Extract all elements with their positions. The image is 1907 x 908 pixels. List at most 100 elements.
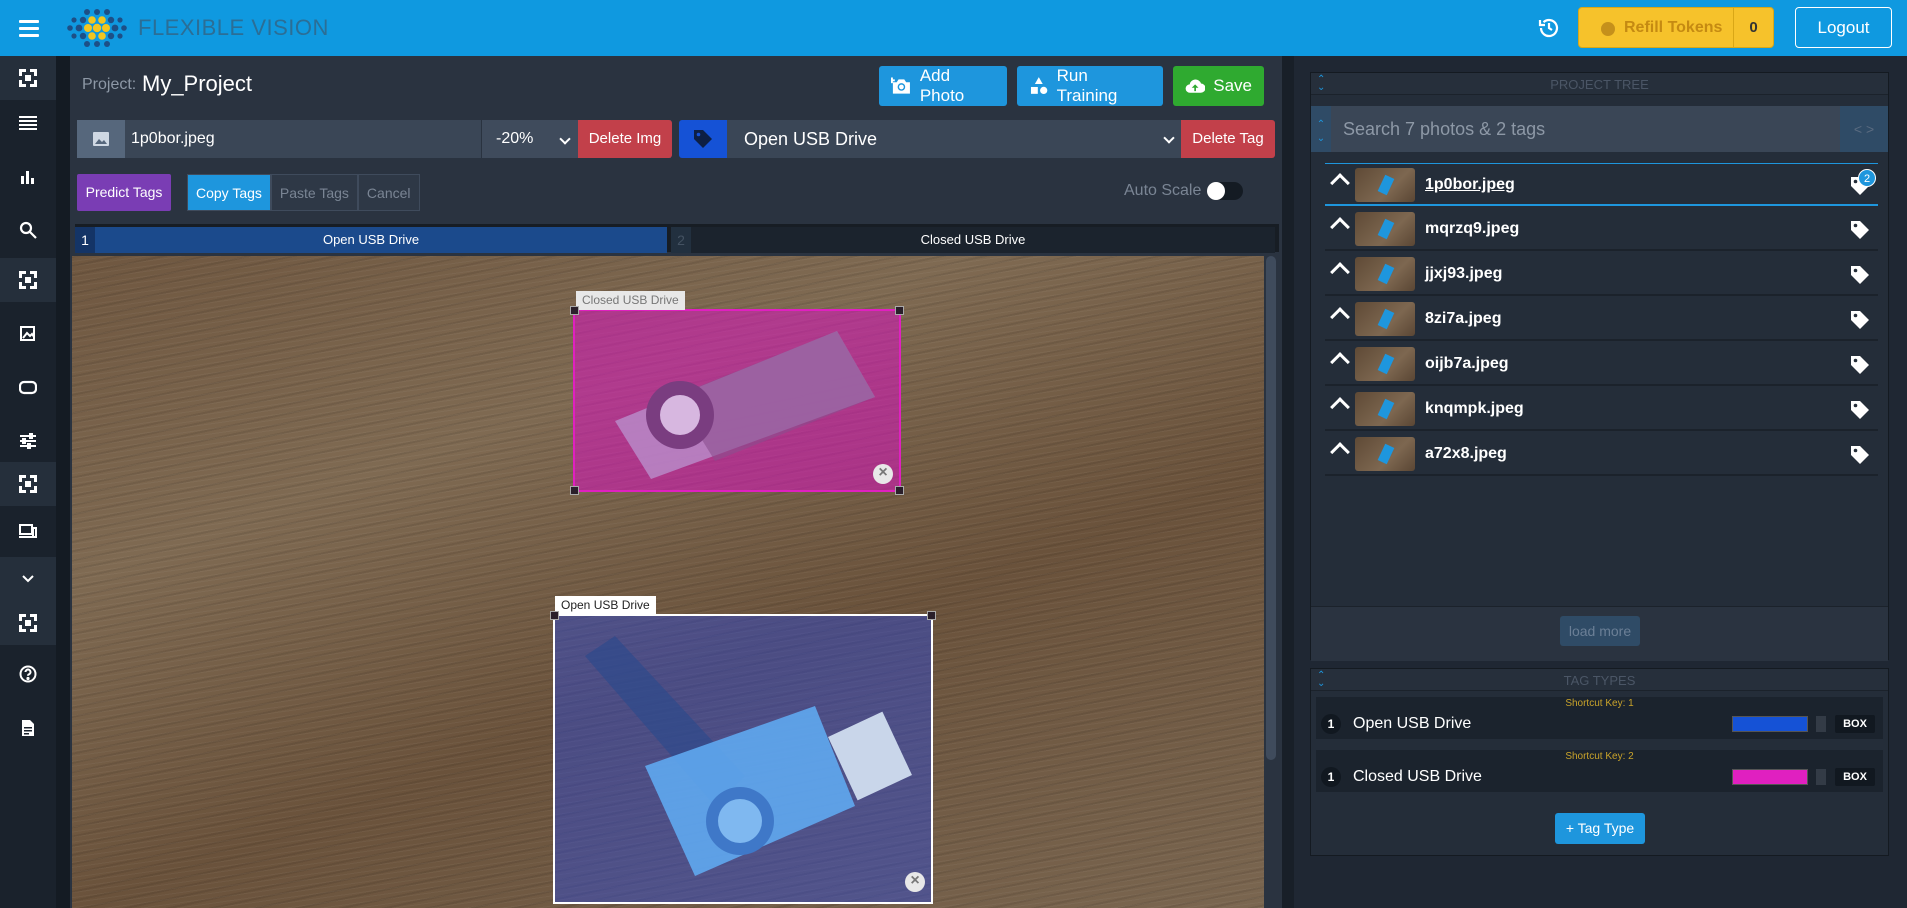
chevron-up-icon[interactable]: [1330, 352, 1350, 372]
project-label: Project:: [82, 76, 137, 93]
save-button[interactable]: Save: [1173, 66, 1264, 106]
image-canvas[interactable]: Closed USB Drive × Open USB Drive ×: [72, 256, 1264, 908]
photo-name[interactable]: a72x8.jpeg: [1425, 445, 1507, 463]
nav-sliders-icon[interactable]: [0, 419, 56, 463]
copy-tags-button[interactable]: Copy Tags: [187, 174, 271, 211]
image-name: 1p0bor.jpeg: [131, 130, 215, 147]
nav-search-icon[interactable]: [0, 208, 56, 252]
search-input[interactable]: Search 7 photos & 2 tags: [1343, 119, 1545, 140]
tag-mode[interactable]: BOX: [1835, 715, 1875, 733]
scrollbar-thumb[interactable]: [1266, 256, 1276, 760]
nav-camera-icon[interactable]: [0, 365, 56, 409]
bounding-box-closed-usb-drive[interactable]: Closed USB Drive ×: [570, 291, 904, 495]
nav-devices-icon[interactable]: [0, 509, 56, 553]
photo-name[interactable]: oijb7a.jpeg: [1425, 355, 1509, 373]
close-icon[interactable]: ×: [873, 464, 893, 484]
color-swatch[interactable]: [1732, 716, 1808, 732]
tag-tab-closed-usb-drive[interactable]: 2 Closed USB Drive: [671, 227, 1275, 253]
chevron-up-icon[interactable]: [1330, 442, 1350, 462]
tag-icon[interactable]: [1850, 445, 1870, 465]
image-icon: [77, 120, 125, 158]
tag-icon[interactable]: [1850, 355, 1870, 375]
tag-icon[interactable]: [1850, 265, 1870, 285]
canvas-scrollbar[interactable]: [1266, 256, 1276, 908]
tag-icon[interactable]: [1850, 220, 1870, 240]
resize-handle[interactable]: [570, 486, 579, 495]
nav-list-icon[interactable]: [0, 100, 56, 144]
tag-type-row[interactable]: Shortcut Key: 1 1 Open USB Drive BOX: [1316, 697, 1883, 739]
add-photo-button[interactable]: Add Photo: [879, 66, 1007, 106]
chevron-up-icon[interactable]: [1330, 173, 1350, 193]
paste-tags-button[interactable]: Paste Tags: [270, 174, 358, 211]
nav-help-icon[interactable]: [0, 652, 56, 696]
tree-item[interactable]: jjxj93.jpeg: [1325, 253, 1878, 296]
load-more-button[interactable]: load more: [1560, 616, 1640, 646]
chevron-up-icon[interactable]: [1330, 397, 1350, 417]
delete-icon[interactable]: [1816, 716, 1826, 732]
tree-item[interactable]: knqmpk.jpeg: [1325, 388, 1878, 431]
tag-type-row[interactable]: Shortcut Key: 2 1 Closed USB Drive BOX: [1316, 750, 1883, 792]
close-icon[interactable]: ×: [905, 872, 925, 892]
photo-name[interactable]: 8zi7a.jpeg: [1425, 310, 1501, 328]
nav-image-edit-icon[interactable]: [0, 311, 56, 355]
auto-scale-toggle[interactable]: [1207, 182, 1243, 200]
nav-fullscreen-icon[interactable]: [0, 462, 56, 506]
delete-img-button[interactable]: Delete Img: [578, 120, 672, 158]
tag-select[interactable]: Open USB Drive: [727, 120, 1181, 158]
nav-fullscreen-icon[interactable]: [0, 601, 56, 645]
tree-item[interactable]: oijb7a.jpeg: [1325, 343, 1878, 386]
nav-document-icon[interactable]: [0, 706, 56, 750]
photo-name[interactable]: jjxj93.jpeg: [1425, 265, 1502, 283]
photo-name[interactable]: knqmpk.jpeg: [1425, 400, 1524, 418]
resize-handle[interactable]: [550, 611, 559, 620]
left-nav: [0, 56, 56, 908]
tag-types-panel: ⌃ ⌄ TAG TYPES Shortcut Key: 1 1 Open USB …: [1310, 668, 1889, 856]
tag-type-name[interactable]: Open USB Drive: [1353, 715, 1471, 733]
color-swatch[interactable]: [1732, 769, 1808, 785]
nav-chart-icon[interactable]: [0, 154, 56, 198]
tag-icon[interactable]: [1850, 310, 1870, 330]
delete-icon[interactable]: [1816, 769, 1826, 785]
add-tag-type-button[interactable]: + Tag Type: [1555, 813, 1645, 844]
resize-handle[interactable]: [927, 611, 936, 620]
project-tree-header: ⌃ ⌄ PROJECT TREE: [1311, 73, 1888, 95]
logout-button[interactable]: Logout: [1795, 7, 1892, 48]
tree-item[interactable]: mqrzq9.jpeg: [1325, 208, 1878, 251]
tag-icon[interactable]: [1850, 400, 1870, 420]
project-name: My_Project: [142, 71, 253, 96]
tag-type-name[interactable]: Closed USB Drive: [1353, 768, 1482, 786]
resize-handle[interactable]: [895, 486, 904, 495]
tag-mode[interactable]: BOX: [1835, 768, 1875, 786]
tag-tab-number: 1: [75, 227, 95, 253]
tag-tabs: 1 Open USB Drive 2 Closed USB Drive: [75, 224, 1279, 253]
chevron-up-icon[interactable]: [1330, 307, 1350, 327]
selected-tag: Open USB Drive: [744, 129, 878, 149]
photo-name[interactable]: mqrzq9.jpeg: [1425, 220, 1519, 238]
tree-item[interactable]: 8zi7a.jpeg: [1325, 298, 1878, 341]
nav-fullscreen-icon[interactable]: [0, 56, 56, 100]
tree-item[interactable]: a72x8.jpeg: [1325, 433, 1878, 476]
resize-handle[interactable]: [895, 306, 904, 315]
photo-name[interactable]: 1p0bor.jpeg: [1425, 176, 1515, 194]
predict-tags-button[interactable]: Predict Tags: [77, 174, 171, 211]
refill-tokens-button[interactable]: Refill Tokens 0: [1578, 7, 1774, 48]
refill-tokens-label: Refill Tokens: [1624, 19, 1723, 36]
chevron-up-icon[interactable]: [1330, 217, 1350, 237]
tree-item[interactable]: 1p0bor.jpeg 2: [1325, 163, 1878, 206]
tree-search[interactable]: ⌃ ⌄ Search 7 photos & 2 tags < >: [1311, 106, 1888, 152]
chevron-up-icon[interactable]: [1330, 262, 1350, 282]
zoom-select[interactable]: -20%: [481, 120, 579, 158]
usb-drive-image: [615, 331, 875, 479]
menu-icon[interactable]: [14, 14, 44, 42]
nav-fullscreen-icon[interactable]: [0, 258, 56, 302]
cancel-button[interactable]: Cancel: [357, 174, 420, 211]
pager-arrows[interactable]: < >: [1840, 106, 1888, 152]
tag-tab-open-usb-drive[interactable]: 1 Open USB Drive: [75, 227, 667, 253]
nav-expand-icon[interactable]: [0, 557, 56, 601]
project-tree-title: PROJECT TREE: [1550, 77, 1649, 92]
delete-tag-button[interactable]: Delete Tag: [1181, 120, 1275, 158]
resize-handle[interactable]: [570, 306, 579, 315]
bounding-box-open-usb-drive[interactable]: Open USB Drive ×: [550, 596, 936, 904]
run-training-button[interactable]: Run Training: [1017, 66, 1163, 106]
history-icon[interactable]: [1537, 16, 1561, 40]
